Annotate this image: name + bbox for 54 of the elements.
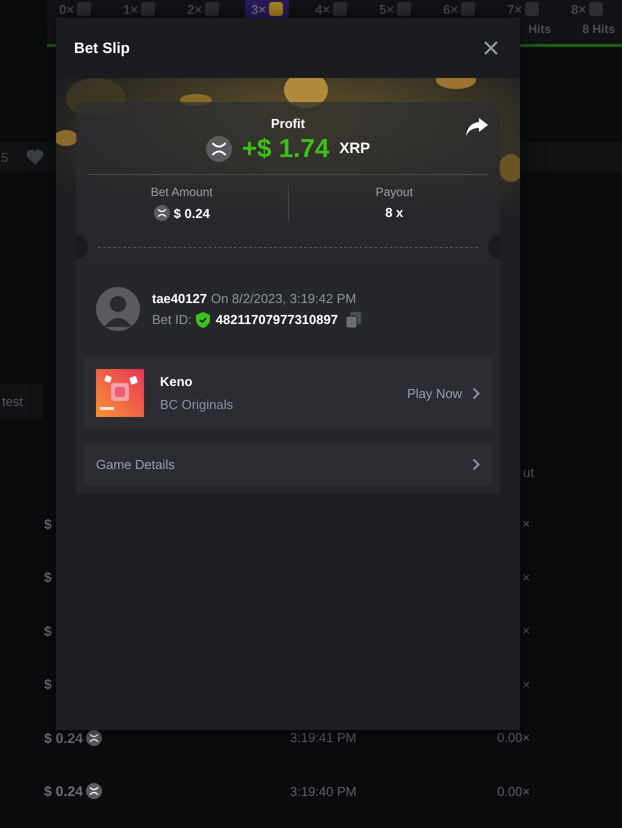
table-cell: 0.00× [497, 730, 530, 746]
hits-label: 8 Hits [582, 22, 616, 36]
table-cell: $ 0.24 [44, 730, 83, 746]
table-cell: $ [44, 676, 52, 692]
table-cell: $ 0.24 [44, 783, 83, 800]
xrp-coin-icon [154, 205, 170, 221]
table-cell: × [522, 516, 530, 532]
chevron-right-icon [472, 386, 480, 400]
payout-value: 8 x [385, 205, 404, 220]
tile-icon [396, 2, 411, 16]
shield-check-icon [196, 312, 210, 328]
payout-label: Payout [376, 185, 413, 199]
bet-amount-label: Bet Amount [150, 185, 213, 199]
table-cell: × [522, 570, 530, 585]
profit-amount: +$ 1.74 [242, 133, 330, 164]
table-cell: 3:19:40 PM [290, 784, 356, 799]
hits-label: Hits [528, 22, 552, 36]
username: tae40127 [152, 290, 207, 306]
currency-label: XRP [339, 140, 370, 157]
xrp-coin-icon [206, 136, 232, 162]
table-cell: 0.00× [497, 784, 530, 799]
table-cell: × [522, 623, 530, 638]
share-icon[interactable] [466, 118, 488, 136]
profit-label: Profit [271, 116, 305, 131]
tile-icon [524, 2, 539, 16]
table-cell: × [522, 676, 530, 692]
tile-icon [76, 2, 91, 16]
multiplier-tab[interactable]: 3× [245, 0, 289, 18]
tile-icon [268, 2, 283, 16]
game-details-row[interactable]: Game Details [84, 443, 492, 486]
game-name: Keno [160, 374, 194, 389]
heart-icon [26, 149, 44, 165]
avatar [96, 287, 140, 331]
bet-amount-value: $ 0.24 [174, 206, 210, 220]
game-row[interactable]: Keno BC Originals Play Now [84, 357, 492, 429]
table-cell: $ [44, 516, 52, 532]
table-cell: $ [44, 569, 52, 586]
tile-icon [588, 2, 603, 16]
count-label: 5 [1, 150, 8, 164]
bet-date: On 8/2/2023, 3:19:42 PM [210, 290, 356, 306]
latest-tab[interactable]: test [0, 384, 43, 419]
game-provider: BC Originals [160, 397, 234, 412]
bet-id-label: Bet ID: [152, 312, 192, 327]
tile-icon [332, 2, 347, 16]
column-header: ut [523, 465, 534, 480]
chevron-right-icon [472, 458, 480, 471]
tile-icon [140, 2, 155, 16]
tile-icon [204, 2, 219, 16]
play-now-link[interactable]: Play Now [407, 386, 462, 400]
tile-icon [460, 2, 475, 16]
bet-id: 48211707977310897 [216, 312, 338, 327]
dialog-title: Bet Slip [74, 40, 130, 56]
table-cell: 3:19:41 PM [290, 730, 356, 746]
table-cell: $ [44, 622, 52, 639]
